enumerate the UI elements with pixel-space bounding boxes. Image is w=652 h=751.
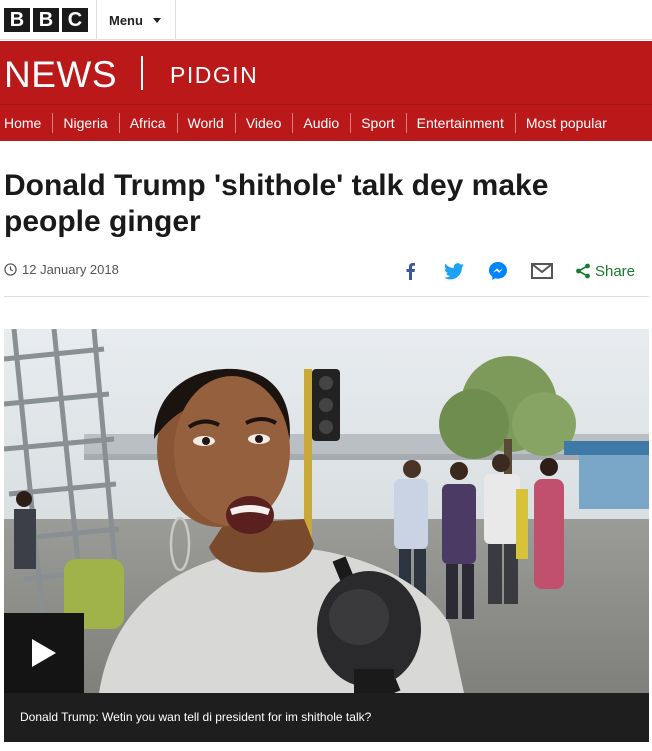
nav-item-nigeria[interactable]: Nigeria: [52, 113, 118, 133]
article-headline: Donald Trump 'shithole' talk dey make pe…: [4, 169, 549, 238]
article-meta: 12 January 2018 Share: [4, 258, 648, 284]
nav-item-home[interactable]: Home: [0, 113, 52, 133]
top-bar: B B C Menu: [0, 0, 652, 40]
menu-button[interactable]: Menu: [96, 0, 176, 40]
main-nav: Home Nigeria Africa World Video Audio Sp…: [0, 104, 652, 141]
masthead-divider: [141, 56, 143, 90]
bbc-logo-letter: B: [33, 8, 59, 32]
twitter-icon[interactable]: [443, 260, 465, 282]
nav-item-most-popular[interactable]: Most popular: [514, 113, 618, 133]
bbc-logo-letter: B: [4, 8, 30, 32]
clock-icon: [4, 263, 17, 276]
share-tools: Share: [377, 258, 635, 284]
play-icon: [32, 639, 56, 667]
edition-name[interactable]: PIDGIN: [170, 62, 258, 89]
meta-divider: [4, 296, 649, 297]
nav-item-world[interactable]: World: [176, 113, 235, 133]
nav-item-entertainment[interactable]: Entertainment: [405, 113, 515, 133]
menu-label: Menu: [109, 12, 143, 28]
article-date: 12 January 2018: [4, 262, 119, 277]
share-label: Share: [594, 262, 635, 280]
chevron-down-icon: [152, 17, 161, 23]
video-player[interactable]: [4, 329, 649, 693]
email-icon[interactable]: [530, 260, 553, 282]
play-button[interactable]: [4, 613, 84, 693]
nav-item-sport[interactable]: Sport: [350, 113, 405, 133]
nav-item-africa[interactable]: Africa: [118, 113, 177, 133]
share-icon: [576, 263, 590, 279]
facebook-icon[interactable]: [399, 260, 421, 282]
video-caption: Donald Trump: Wetin you wan tell di pres…: [4, 693, 649, 742]
date-text: 12 January 2018: [22, 262, 119, 277]
nav-item-video[interactable]: Video: [234, 113, 293, 133]
bbc-logo-letter: C: [62, 8, 88, 32]
nav-item-audio[interactable]: Audio: [292, 113, 350, 133]
news-wordmark[interactable]: NEWS: [4, 54, 117, 96]
bbc-logo[interactable]: B B C: [4, 8, 88, 32]
messenger-icon[interactable]: [487, 260, 509, 282]
share-button[interactable]: Share: [575, 263, 635, 280]
masthead: NEWS PIDGIN: [0, 41, 652, 104]
video-thumbnail: [4, 329, 649, 693]
